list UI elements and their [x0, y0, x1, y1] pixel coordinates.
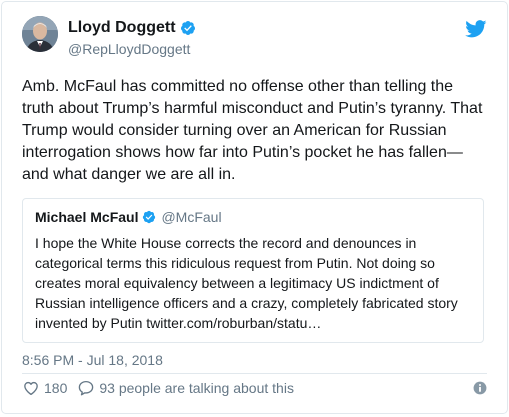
info-icon[interactable]	[473, 381, 487, 395]
conversation-button[interactable]: 93 people are talking about this	[77, 379, 294, 397]
author-avatar[interactable]	[22, 16, 58, 52]
heart-icon	[24, 381, 38, 396]
quoted-verified-badge-icon	[143, 210, 156, 224]
twitter-bird-icon[interactable]	[465, 20, 487, 38]
quoted-screen-name: @McFaul	[161, 209, 222, 225]
talking-about-label: 93 people are talking about this	[99, 380, 294, 396]
quoted-tweet-header: Michael McFaul @McFaul	[35, 207, 471, 227]
author-screen-name[interactable]: @RepLloydDoggett	[68, 40, 190, 58]
embedded-tweet-card: Lloyd Doggett @RepLloydDoggett Amb. McFa…	[1, 1, 508, 414]
author-name-row: Lloyd Doggett	[68, 18, 196, 38]
quoted-display-name: Michael McFaul	[35, 209, 139, 225]
tweet-timestamp[interactable]: 8:56 PM - Jul 18, 2018	[22, 351, 163, 369]
footer-divider	[22, 373, 487, 374]
like-button[interactable]: 180	[22, 379, 67, 397]
tweet-text: Amb. McFaul has committed no offense oth…	[22, 78, 483, 183]
avatar-image	[22, 16, 58, 52]
reply-bubble-icon	[79, 380, 94, 396]
verified-badge-icon	[180, 21, 195, 35]
like-count: 180	[44, 380, 68, 396]
tweet-actions: 180 93 people are talking about this	[22, 378, 487, 398]
quoted-tweet[interactable]: Michael McFaul @McFaul I hope the White …	[22, 198, 484, 343]
quoted-tweet-text: I hope the White House corrects the reco…	[35, 235, 458, 331]
author-display-name[interactable]: Lloyd Doggett	[68, 18, 176, 38]
tweet-header: Lloyd Doggett @RepLloydDoggett	[22, 16, 487, 64]
